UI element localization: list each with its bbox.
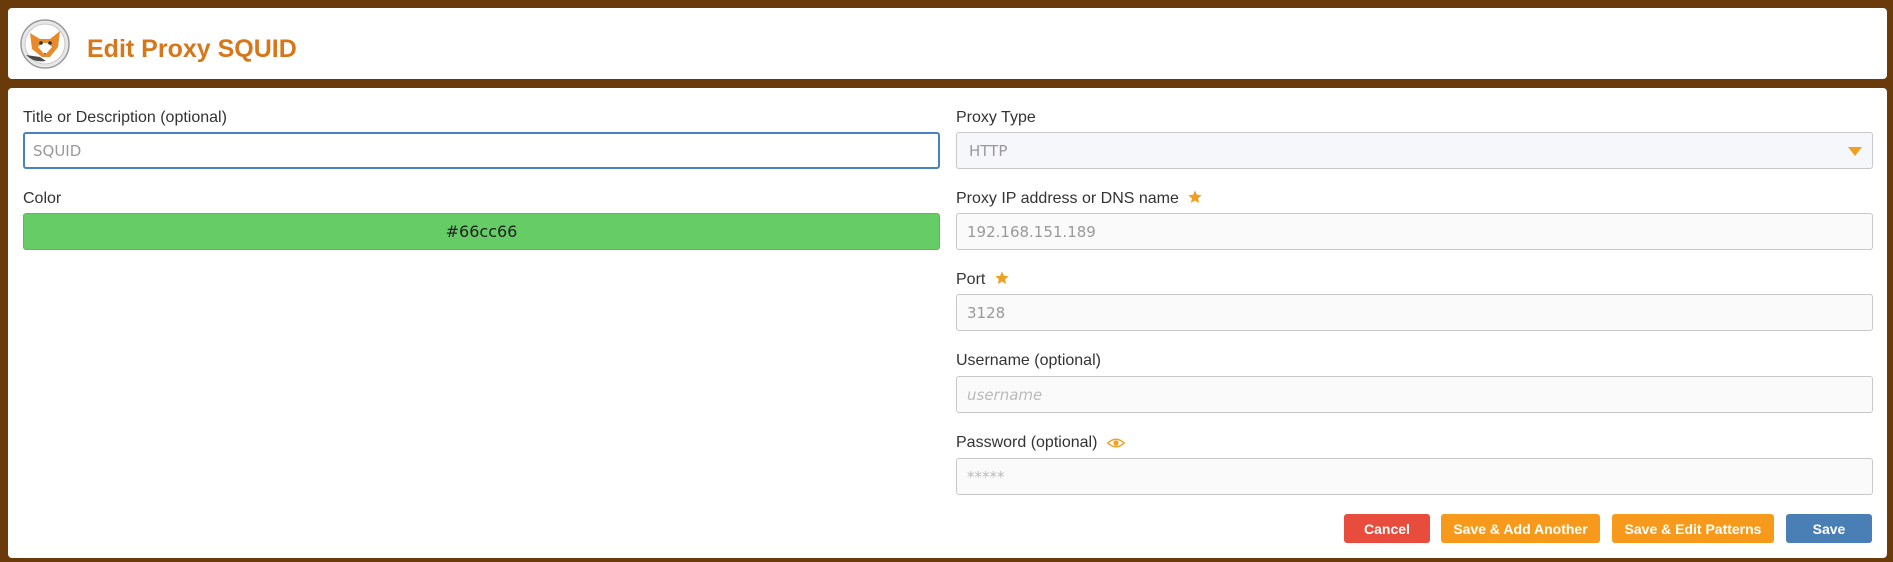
password-input[interactable] bbox=[956, 458, 1873, 495]
address-field-label: Proxy IP address or DNS name bbox=[956, 190, 1179, 207]
title-field-label: Title or Description (optional) bbox=[23, 109, 227, 126]
save-button[interactable]: Save bbox=[1786, 514, 1872, 543]
save-add-another-button[interactable]: Save & Add Another bbox=[1441, 514, 1600, 543]
star-icon bbox=[1188, 190, 1203, 203]
proxy-form-panel: Title or Description (optional) Color #6… bbox=[8, 88, 1887, 558]
color-value: #66cc66 bbox=[445, 222, 518, 241]
chevron-down-icon bbox=[1848, 147, 1862, 156]
header-bar: Edit Proxy SQUID bbox=[8, 8, 1887, 79]
title-input[interactable] bbox=[23, 132, 940, 169]
proxy-type-label: Proxy Type bbox=[956, 109, 1036, 126]
star-icon bbox=[995, 271, 1009, 284]
page-title: Edit Proxy SQUID bbox=[87, 35, 297, 63]
cancel-button[interactable]: Cancel bbox=[1344, 514, 1430, 543]
port-field-label: Port bbox=[956, 271, 986, 288]
port-field-label-row: Port bbox=[956, 270, 1010, 290]
color-field-label: Color bbox=[23, 190, 62, 207]
fox-logo-icon bbox=[20, 19, 70, 69]
eye-icon[interactable] bbox=[1106, 436, 1125, 450]
password-field-label: Password (optional) bbox=[956, 434, 1098, 451]
port-input[interactable] bbox=[956, 294, 1873, 331]
proxy-type-select[interactable]: HTTP bbox=[956, 132, 1873, 169]
save-edit-patterns-button[interactable]: Save & Edit Patterns bbox=[1612, 514, 1774, 543]
address-field-label-row: Proxy IP address or DNS name bbox=[956, 189, 1203, 209]
username-field-label: Username (optional) bbox=[956, 352, 1101, 369]
password-field-label-row: Password (optional) bbox=[956, 433, 1125, 453]
username-input[interactable] bbox=[956, 376, 1873, 413]
proxy-address-input[interactable] bbox=[956, 213, 1873, 250]
proxy-type-value: HTTP bbox=[969, 141, 1008, 160]
color-picker[interactable]: #66cc66 bbox=[23, 213, 940, 250]
